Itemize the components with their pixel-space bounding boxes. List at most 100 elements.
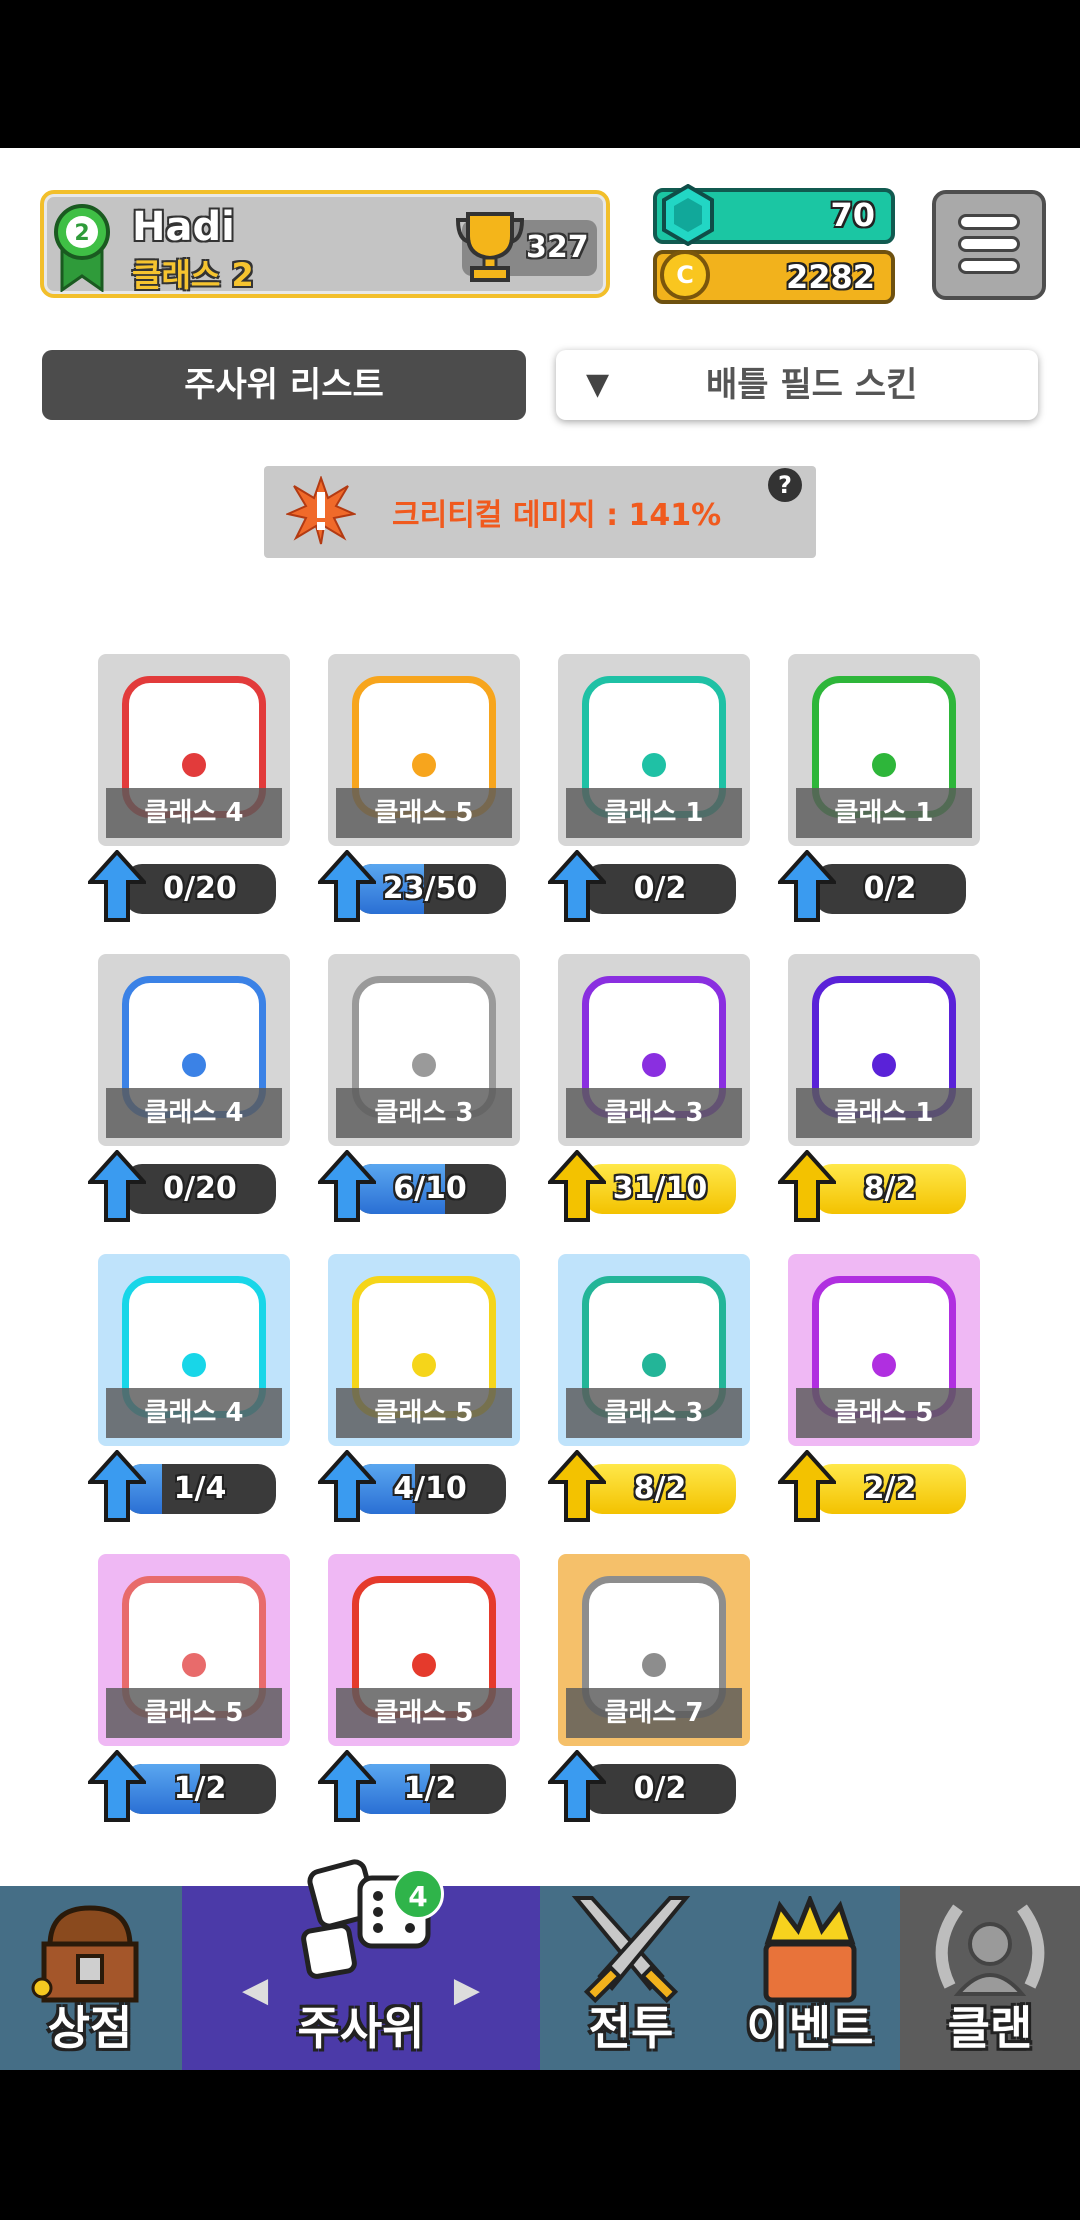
- dice-class-label: 클래스 5: [106, 1688, 282, 1738]
- dice-card[interactable]: 클래스 1: [558, 654, 750, 846]
- nav-clan-label: 클랜: [947, 2001, 1033, 2055]
- tab-dice-list[interactable]: 주사위 리스트: [42, 350, 526, 420]
- progress-value: 1/2: [173, 1771, 227, 1806]
- progress-value: 0/20: [163, 871, 237, 906]
- dice-class-label: 클래스 1: [796, 788, 972, 838]
- dice-upgrade-progress[interactable]: 4/10: [318, 1450, 510, 1522]
- dice-pip: [872, 1053, 896, 1077]
- dice-upgrade-progress[interactable]: 0/2: [548, 1750, 740, 1822]
- dice-card[interactable]: 클래스 3: [558, 954, 750, 1146]
- dice-upgrade-progress[interactable]: 6/10: [318, 1150, 510, 1222]
- bottom-nav: 상점 ◀ ▶ 4 주사위 전투 이벤트 클랜: [0, 1859, 1080, 2070]
- dice-upgrade-progress[interactable]: 2/2: [778, 1450, 970, 1522]
- upgrade-arrow-icon: [548, 1450, 606, 1522]
- dice-class-label: 클래스 7: [566, 1688, 742, 1738]
- dice-upgrade-progress[interactable]: 0/2: [778, 850, 970, 922]
- dice-class-label: 클래스 4: [106, 1388, 282, 1438]
- dice-pip: [412, 753, 436, 777]
- gem-icon: [662, 184, 714, 246]
- dice-pip: [872, 1353, 896, 1377]
- player-profile[interactable]: 2 Hadi 클래스 2 327: [40, 190, 610, 298]
- dice-class-label: 클래스 3: [566, 1088, 742, 1138]
- dice-upgrade-progress[interactable]: 0/20: [88, 850, 280, 922]
- dice-upgrade-progress[interactable]: 1/2: [88, 1750, 280, 1822]
- dice-pip: [182, 753, 206, 777]
- upgrade-arrow-icon: [88, 1450, 146, 1522]
- dice-upgrade-progress[interactable]: 31/10: [548, 1150, 740, 1222]
- nav-clan[interactable]: 클랜: [900, 1886, 1080, 2070]
- upgrade-arrow-icon: [88, 1750, 146, 1822]
- nav-battle[interactable]: 전투: [542, 1886, 720, 2070]
- game-screen: 2 Hadi 클래스 2 327 70 2282 C 주사위 리스트 ▼ 배틀 …: [0, 148, 1080, 2070]
- dice-card[interactable]: 클래스 1: [788, 654, 980, 846]
- critical-burst-icon: [286, 476, 356, 545]
- dice-class-label: 클래스 1: [796, 1088, 972, 1138]
- dice-card[interactable]: 클래스 3: [328, 954, 520, 1146]
- dice-card[interactable]: 클래스 4: [98, 1254, 290, 1446]
- dice-card[interactable]: 클래스 5: [328, 654, 520, 846]
- dice-pip: [412, 1653, 436, 1677]
- upgrade-arrow-icon: [88, 850, 146, 922]
- rank-ribbon-icon: 2: [54, 204, 110, 292]
- upgrade-arrow-icon: [778, 1150, 836, 1222]
- dice-card[interactable]: 클래스 5: [98, 1554, 290, 1746]
- help-icon[interactable]: ?: [768, 468, 802, 502]
- progress-value: 1/4: [173, 1471, 227, 1506]
- progress-value: 0/2: [863, 871, 917, 906]
- dice-card[interactable]: 클래스 3: [558, 1254, 750, 1446]
- upgrade-arrow-icon: [778, 850, 836, 922]
- upgrade-arrow-icon: [548, 1750, 606, 1822]
- nav-event-label: 이벤트: [746, 2001, 874, 2055]
- dice-class-label: 클래스 5: [336, 788, 512, 838]
- menu-line-icon: [958, 258, 1020, 274]
- dice-class-label: 클래스 3: [336, 1088, 512, 1138]
- dice-card[interactable]: 클래스 1: [788, 954, 980, 1146]
- treasure-chest-icon: [31, 1905, 139, 2003]
- nav-dice[interactable]: ◀ ▶ 4 주사위: [182, 1859, 540, 2070]
- dice-card[interactable]: 클래스 7: [558, 1554, 750, 1746]
- upgrade-arrow-icon: [318, 1450, 376, 1522]
- dice-card[interactable]: 클래스 5: [788, 1254, 980, 1446]
- nav-shop[interactable]: 상점: [0, 1886, 180, 2070]
- dice-pip: [412, 1353, 436, 1377]
- menu-button[interactable]: [932, 190, 1046, 300]
- progress-value: 0/2: [633, 1771, 687, 1806]
- progress-value: 0/20: [163, 1171, 237, 1206]
- dice-class-label: 클래스 5: [336, 1388, 512, 1438]
- crown-event-icon: [763, 1896, 857, 2003]
- dice-pip: [642, 1653, 666, 1677]
- tab-battle-field-skin[interactable]: ▼ 배틀 필드 스킨: [556, 350, 1038, 420]
- dice-upgrade-progress[interactable]: 0/2: [548, 850, 740, 922]
- progress-value: 0/2: [633, 871, 687, 906]
- dice-pip: [642, 753, 666, 777]
- upgrade-arrow-icon: [778, 1450, 836, 1522]
- dice-upgrade-progress[interactable]: 23/50: [318, 850, 510, 922]
- dice-upgrade-progress[interactable]: 1/2: [318, 1750, 510, 1822]
- progress-value: 4/10: [393, 1471, 467, 1506]
- player-class: 클래스 2: [132, 256, 254, 294]
- player-name: Hadi: [132, 204, 235, 250]
- dice-card[interactable]: 클래스 5: [328, 1554, 520, 1746]
- dice-class-label: 클래스 5: [336, 1688, 512, 1738]
- nav-battle-label: 전투: [588, 2001, 674, 2055]
- dice-upgrade-progress[interactable]: 1/4: [88, 1450, 280, 1522]
- dice-upgrade-progress[interactable]: 0/20: [88, 1150, 280, 1222]
- progress-value: 23/50: [382, 871, 478, 906]
- dice-card[interactable]: 클래스 5: [328, 1254, 520, 1446]
- dice-pip: [182, 1053, 206, 1077]
- dice-upgrade-progress[interactable]: 8/2: [778, 1150, 970, 1222]
- trophy-count: 327: [526, 230, 589, 265]
- tab-battle-field-skin-label: 배틀 필드 스킨: [706, 365, 918, 405]
- dice-card[interactable]: 클래스 4: [98, 654, 290, 846]
- dice-upgrade-progress[interactable]: 8/2: [548, 1450, 740, 1522]
- trophy-icon: [455, 212, 525, 282]
- dice-card[interactable]: 클래스 4: [98, 954, 290, 1146]
- nav-event[interactable]: 이벤트: [722, 1886, 898, 2070]
- progress-value: 8/2: [863, 1171, 917, 1206]
- dice-class-label: 클래스 3: [566, 1388, 742, 1438]
- dice-class-label: 클래스 4: [106, 1088, 282, 1138]
- nav-dice-label: 주사위: [297, 2001, 425, 2055]
- dice-class-label: 클래스 5: [796, 1388, 972, 1438]
- rank-badge-number: 2: [74, 221, 89, 246]
- clan-laurel-icon: [935, 1904, 1045, 1996]
